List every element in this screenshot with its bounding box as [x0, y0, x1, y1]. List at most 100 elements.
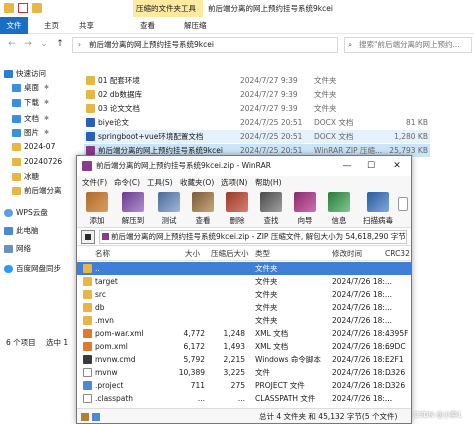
- nav-item-20240726[interactable]: 20240726: [12, 155, 62, 169]
- delete-button[interactable]: 删除: [221, 191, 253, 227]
- column-name[interactable]: 名称: [95, 247, 110, 261]
- info-button[interactable]: 信息: [323, 191, 355, 227]
- folder-icon[interactable]: [4, 3, 14, 13]
- winrar-window: 前后端分离的网上预约挂号系统9kcei.zip - WinRAR — ☐ ✕ 文…: [76, 155, 412, 424]
- table-row[interactable]: .mvn 文件夹 2024/7/26 18:...: [77, 314, 411, 327]
- nav-item-network[interactable]: 网络: [4, 242, 31, 256]
- folder-icon: [86, 104, 95, 113]
- checkbox-icon[interactable]: [18, 3, 28, 13]
- extract-to-button[interactable]: 解压到: [117, 191, 149, 227]
- tab-extract[interactable]: 解压缩: [180, 17, 211, 34]
- folder-icon: [12, 158, 21, 166]
- tab-file[interactable]: 文件: [0, 17, 28, 34]
- search-input[interactable]: ⌕ 搜索"前后端分离的网上预约...: [344, 37, 472, 53]
- back-arrow-icon[interactable]: ←: [6, 38, 18, 50]
- extract-icon: [122, 192, 144, 212]
- column-crc32[interactable]: CRC32: [385, 247, 410, 261]
- winrar-title-bar[interactable]: 前后端分离的网上预约挂号系统9kcei.zip - WinRAR — ☐ ✕: [77, 156, 411, 176]
- find-icon: [260, 192, 282, 212]
- folder-icon: [12, 143, 21, 151]
- wizard-button[interactable]: 向导: [289, 191, 321, 227]
- view-button[interactable]: 查看: [187, 191, 219, 227]
- table-row[interactable]: pom.xml 6,172 1,493 XML 文档 2024/7/26 18:…: [77, 340, 411, 353]
- archive-path-field[interactable]: 前后端分离的网上预约挂号系统9kcei.zip - ZIP 压缩文件, 解包大小…: [99, 230, 407, 244]
- pin-icon: ✱: [44, 99, 50, 106]
- tab-home[interactable]: 主页: [40, 17, 63, 34]
- table-row-selected[interactable]: .. 文件夹: [77, 262, 411, 275]
- nav-item-desktop[interactable]: 桌面 ✱: [12, 81, 49, 95]
- archive-file-list: .. 文件夹 target 文件夹 2024/7/26 18:... src 文…: [77, 262, 411, 406]
- address-bar[interactable]: › 前后端分离的网上预约挂号系统9kcei: [72, 37, 338, 53]
- menu-options[interactable]: 选项(N): [221, 176, 247, 190]
- list-item[interactable]: 03 论文文档 2024/7/27 9:39 文件夹: [84, 102, 430, 115]
- folder-icon: [83, 303, 92, 312]
- word-document-icon: [86, 132, 95, 141]
- item-count: 6 个项目: [6, 338, 36, 347]
- find-button[interactable]: 查找: [255, 191, 287, 227]
- winrar-toolbar: 添加 解压到 测试 查看 删除 查找 向导 信息 扫描病毒: [77, 190, 411, 228]
- virus-scan-button[interactable]: 扫描病毒: [359, 191, 397, 227]
- tab-share[interactable]: 共享: [75, 17, 98, 34]
- document-icon: [12, 115, 21, 123]
- list-item[interactable]: 02 db数据库 2024/7/27 9:39 文件夹: [84, 88, 430, 101]
- network-icon: [4, 245, 13, 253]
- column-packed[interactable]: 压缩后大小: [211, 247, 249, 261]
- close-button[interactable]: ✕: [385, 156, 409, 176]
- folder-icon: [86, 76, 95, 85]
- maximize-button[interactable]: ☐: [359, 156, 383, 176]
- archive-column-headers: 名称 大小 压缩后大小 类型 修改时间 CRC32: [77, 247, 411, 261]
- nav-item-2024-07[interactable]: 2024-07: [12, 140, 55, 154]
- command-script-icon: [83, 355, 92, 364]
- table-row[interactable]: src 文件夹 2024/7/26 18:...: [77, 288, 411, 301]
- table-row[interactable]: pom-war.xml 4,772 1,248 XML 文档 2024/7/26…: [77, 327, 411, 340]
- nav-item-downloads[interactable]: 下载 ✱: [12, 96, 49, 110]
- explorer-window-title: 前后端分离的网上预约挂号系统9kcei: [208, 4, 333, 13]
- new-folder-icon[interactable]: [32, 3, 42, 13]
- add-button[interactable]: 添加: [81, 191, 113, 227]
- table-row[interactable]: mvnw.cmd 5,792 2,215 Windows 命令脚本 2024/7…: [77, 353, 411, 366]
- column-type[interactable]: 类型: [255, 247, 270, 261]
- archive-icon: [102, 233, 109, 240]
- column-modified[interactable]: 修改时间: [332, 247, 362, 261]
- word-document-icon: [86, 118, 95, 127]
- table-row[interactable]: .classpath ... ... CLASSPATH 文件 2024/7/2…: [77, 392, 411, 405]
- nav-item-frontend-backend[interactable]: 前后端分离: [12, 184, 62, 198]
- table-row[interactable]: db 文件夹 2024/7/26 18:...: [77, 301, 411, 314]
- nav-item-quick-access[interactable]: 快速访问: [4, 67, 46, 81]
- menu-commands[interactable]: 命令(C): [114, 176, 140, 190]
- selected-count: 选中 1: [46, 338, 69, 347]
- menu-file[interactable]: 文件(F): [82, 176, 107, 190]
- folder-icon: [12, 173, 21, 181]
- more-tools-button[interactable]: [397, 191, 409, 227]
- nav-item-bingtang[interactable]: 冰糖: [12, 170, 39, 184]
- recent-chevron-icon[interactable]: ⌄: [38, 38, 50, 50]
- column-size[interactable]: 大小: [185, 247, 200, 261]
- folder-icon: [83, 264, 92, 273]
- forward-arrow-icon[interactable]: →: [22, 38, 34, 50]
- list-item[interactable]: springboot+vue环境配置文档 2024/7/25 20:51 DOC…: [84, 130, 430, 143]
- up-arrow-icon[interactable]: ↑: [54, 38, 66, 50]
- menu-tools[interactable]: 工具(S): [147, 176, 173, 190]
- nav-item-documents[interactable]: 文档 ✱: [12, 112, 49, 126]
- nav-item-this-pc[interactable]: 此电脑: [4, 224, 39, 238]
- list-item[interactable]: biye论文 2024/7/25 20:51 DOCX 文档 81 KB: [84, 116, 430, 129]
- nav-item-wps-cloud[interactable]: WPS云盘: [4, 206, 48, 220]
- nav-item-pictures[interactable]: 图片 ✱: [12, 126, 49, 140]
- tab-view[interactable]: 查看: [136, 17, 159, 34]
- list-item[interactable]: 01 配套环境 2024/7/27 9:39 文件夹: [84, 74, 430, 87]
- menu-help[interactable]: 帮助(H): [255, 176, 282, 190]
- file-icon: [83, 394, 92, 403]
- minimize-button[interactable]: —: [335, 156, 359, 176]
- table-row[interactable]: target 文件夹 2024/7/26 18:...: [77, 275, 411, 288]
- nav-item-baidu-sync[interactable]: 百度网盘同步: [4, 262, 61, 276]
- folder-icon: [12, 187, 21, 195]
- test-button[interactable]: 测试: [153, 191, 185, 227]
- compressed-tools-context-tab[interactable]: 压缩的文件夹工具: [133, 0, 203, 17]
- table-row[interactable]: mvnw 10,389 3,225 文件 2024/7/26 18:... D3…: [77, 366, 411, 379]
- wizard-icon: [294, 192, 316, 212]
- view-icon: [192, 192, 214, 212]
- up-folder-button[interactable]: [81, 230, 95, 244]
- table-row[interactable]: .project 711 275 PROJECT 文件 2024/7/26 18…: [77, 379, 411, 392]
- navigation-pane: 快速访问 桌面 ✱ 下载 ✱ 文档 ✱ 图片 ✱ 2024-07 20240726 冰糖…: [0, 60, 78, 342]
- menu-favorites[interactable]: 收藏夹(O): [180, 176, 214, 190]
